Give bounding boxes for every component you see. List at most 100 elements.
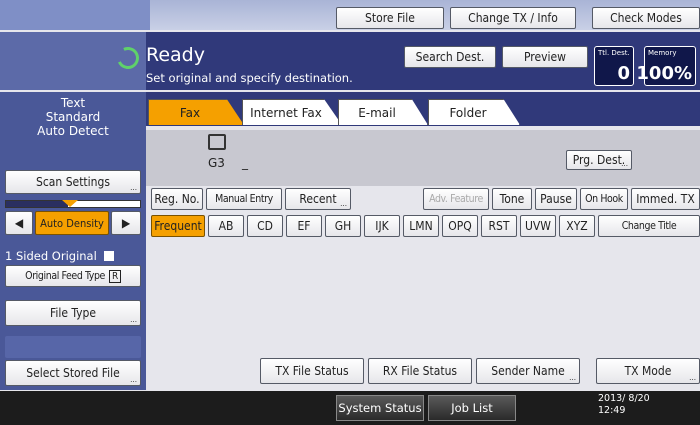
input-cursor: _	[242, 156, 248, 170]
adv-feature-label: Adv. Feature	[429, 193, 483, 205]
prg-dest-label: Prg. Dest.	[572, 153, 626, 167]
tx-mode-label: TX Mode	[624, 364, 672, 378]
file-type-button[interactable]: File Type...	[5, 300, 141, 326]
preview-button[interactable]: Preview	[502, 46, 588, 68]
tone-label: Tone	[499, 192, 525, 206]
sender-name-button[interactable]: Sender Name...	[476, 358, 580, 384]
original-feed-type-button[interactable]: Original Feed Type R	[5, 265, 141, 287]
tab-internet-fax-label: Internet Fax	[250, 105, 322, 120]
top-bar-strip	[0, 0, 150, 30]
destination-entry-area[interactable]: G3 _ Prg. Dest....	[146, 130, 700, 186]
preview-label: Preview	[524, 50, 566, 64]
tab-internet-fax[interactable]: Internet Fax	[242, 99, 342, 125]
tab-fax[interactable]: Fax	[148, 99, 244, 125]
density-increase-button[interactable]: ▶	[111, 211, 141, 235]
density-scale	[5, 200, 141, 208]
auto-density-button[interactable]: Auto Density	[35, 211, 109, 235]
tx-file-status-button[interactable]: TX File Status	[260, 358, 364, 384]
panel-separator	[5, 336, 141, 358]
reg-no-button[interactable]: Reg. No.	[151, 188, 203, 210]
index-ijk-label: IJK	[375, 219, 389, 233]
system-status-label: System Status	[338, 401, 422, 415]
sided-original-setting[interactable]: 1 Sided Original	[5, 249, 115, 263]
scan-settings-button[interactable]: Scan Settings...	[5, 170, 141, 194]
index-xyz[interactable]: XYZ	[559, 215, 595, 237]
index-uvw[interactable]: UVW	[520, 215, 556, 237]
sided-original-label: 1 Sided Original	[5, 249, 97, 263]
index-ef[interactable]: EF	[286, 215, 322, 237]
index-ef-label: EF	[297, 219, 311, 233]
pause-label: Pause	[540, 192, 572, 206]
index-cd[interactable]: CD	[247, 215, 283, 237]
check-modes-button[interactable]: Check Modes	[592, 7, 700, 29]
pause-button[interactable]: Pause	[535, 188, 577, 210]
mode-line-3: Auto Detect	[37, 124, 109, 138]
more-dots-icon: ...	[340, 199, 347, 208]
fax-machine-icon	[208, 134, 226, 150]
tx-file-status-label: TX File Status	[275, 364, 349, 378]
search-dest-button[interactable]: Search Dest.	[404, 46, 496, 68]
more-dots-icon: ...	[130, 183, 137, 192]
more-dots-icon: ...	[130, 375, 137, 384]
index-rst-label: RST	[488, 219, 510, 233]
rx-file-status-button[interactable]: RX File Status	[368, 358, 472, 384]
search-dest-label: Search Dest.	[415, 50, 485, 64]
tab-email-label: E-mail	[358, 105, 396, 120]
scan-settings-panel: Text Standard Auto Detect Scan Settings.…	[0, 92, 146, 390]
index-cd-label: CD	[257, 219, 273, 233]
density-decrease-button[interactable]: ◀	[5, 211, 33, 235]
system-status-button[interactable]: System Status	[336, 395, 424, 421]
index-lmn[interactable]: LMN	[403, 215, 439, 237]
job-list-label: Job List	[451, 401, 493, 415]
on-hook-label: On Hook	[585, 193, 623, 205]
destination-tabs: Fax Internet Fax E-mail Folder	[146, 92, 700, 126]
immed-tx-button[interactable]: Immed. TX	[631, 188, 700, 210]
clock: 2013/ 8/20 12:49	[598, 393, 650, 417]
scan-settings-label: Scan Settings	[36, 175, 110, 189]
index-rst[interactable]: RST	[481, 215, 517, 237]
manual-entry-button[interactable]: Manual Entry	[206, 188, 282, 210]
index-ab-label: AB	[218, 219, 234, 233]
triangle-left-icon: ◀	[14, 216, 24, 230]
auto-density-label: Auto Density	[40, 216, 104, 230]
density-marker-icon	[62, 200, 78, 207]
status-message: Set original and specify destination.	[146, 71, 353, 85]
ttl-dest-label: Ttl. Dest.	[598, 49, 630, 57]
more-dots-icon: ...	[569, 373, 576, 382]
status-bar: Ready Set original and specify destinati…	[0, 32, 700, 90]
store-file-button[interactable]: Store File	[336, 7, 444, 29]
change-tx-label: Change TX / Info	[468, 11, 558, 25]
store-file-label: Store File	[365, 11, 415, 25]
index-opq-label: OPQ	[448, 219, 472, 233]
density-level-bar	[6, 201, 68, 207]
file-type-label: File Type	[49, 306, 97, 320]
clock-date: 2013/ 8/20	[598, 393, 650, 404]
index-opq[interactable]: OPQ	[442, 215, 478, 237]
program-dest-button[interactable]: Prg. Dest....	[566, 150, 632, 170]
frequent-tab[interactable]: Frequent	[151, 215, 205, 237]
more-dots-icon: ...	[621, 159, 628, 168]
change-title-button[interactable]: Change Title	[598, 215, 700, 237]
sided-original-icon	[104, 251, 115, 261]
select-stored-file-button[interactable]: Select Stored File...	[5, 360, 141, 386]
job-list-button[interactable]: Job List	[428, 395, 516, 421]
memory-value: 100%	[636, 63, 692, 84]
tab-email[interactable]: E-mail	[338, 99, 428, 125]
tab-folder[interactable]: Folder	[428, 99, 520, 125]
tx-mode-button[interactable]: TX Mode...	[596, 358, 700, 384]
change-title-label: Change Title	[621, 220, 677, 232]
tone-button[interactable]: Tone	[492, 188, 532, 210]
triangle-right-icon: ▶	[121, 216, 131, 230]
recent-button[interactable]: Recent...	[285, 188, 351, 210]
index-ijk[interactable]: IJK	[364, 215, 400, 237]
sender-name-label: Sender Name	[491, 364, 565, 378]
ttl-dest-value: 0	[617, 63, 630, 84]
clock-time: 12:49	[598, 405, 626, 416]
more-dots-icon: ...	[130, 315, 137, 324]
change-tx-info-button[interactable]: Change TX / Info	[450, 7, 576, 29]
index-ab[interactable]: AB	[208, 215, 244, 237]
index-gh-label: GH	[334, 219, 352, 233]
index-gh[interactable]: GH	[325, 215, 361, 237]
adv-feature-button[interactable]: Adv. Feature	[423, 188, 489, 210]
on-hook-button[interactable]: On Hook	[580, 188, 628, 210]
